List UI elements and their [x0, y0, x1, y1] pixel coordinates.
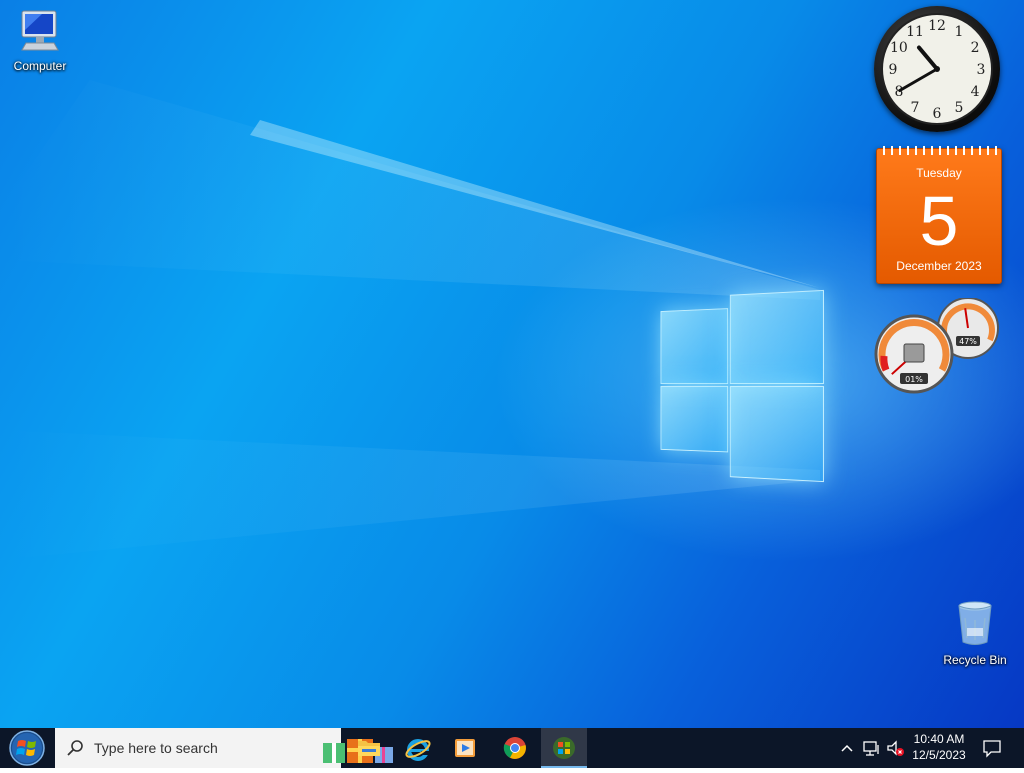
taskbar-clock[interactable]: 10:40 AM 12/5/2023 [906, 731, 972, 763]
notification-center-icon[interactable] [982, 738, 1002, 758]
clock-numeral: 4 [971, 84, 980, 100]
calendar-weekday: Tuesday [916, 166, 962, 180]
start-button[interactable] [0, 728, 54, 768]
clock-numeral: 8 [894, 84, 903, 100]
taskbar-time: 10:40 AM [913, 732, 965, 746]
volume-muted-icon[interactable] [886, 738, 906, 758]
cpu-gauge: 01% [874, 314, 954, 394]
windows-flag-icon [553, 737, 575, 759]
taskbar-date: 12/5/2023 [912, 748, 966, 762]
windows-logo-wallpaper [660, 289, 824, 483]
windows-start-orb-icon [9, 730, 45, 766]
cpu-percent-label: 01% [905, 375, 923, 384]
chevron-up-icon[interactable] [840, 738, 854, 758]
chrome-icon [503, 737, 526, 759]
clock-numeral: 10 [890, 40, 908, 56]
clock-numeral: 6 [933, 106, 942, 122]
clock-face: 12 12 3 45678 9 1011 [881, 13, 993, 125]
desktop[interactable]: Computer Recycle Bin 12 1 2 3 4 5 6 7 8 9 10 11 [0, 0, 1024, 728]
folder-icon [358, 741, 380, 756]
desktop-icon-computer[interactable]: Computer [2, 8, 78, 73]
media-player-icon [455, 739, 475, 757]
desktop-icon-label: Computer [13, 59, 67, 73]
clock-numeral: 7 [911, 100, 920, 116]
calendar-binding-rings [883, 146, 997, 155]
clock-numeral: 1 [955, 24, 964, 40]
calendar-month-year: December 2023 [896, 259, 982, 273]
calendar-day: 5 [919, 182, 959, 260]
taskbar-app-internet-explorer[interactable] [394, 728, 440, 768]
clock-numeral: 9 [889, 62, 898, 78]
clock-numeral: 11 [906, 24, 924, 40]
search-box[interactable]: Type here to search [55, 728, 393, 768]
search-icon [67, 740, 83, 756]
memory-percent-label: 47% [959, 337, 977, 346]
calendar-gadget[interactable]: Tuesday 5 December 2023 [876, 146, 1002, 284]
wallpaper-light-beams [0, 80, 820, 560]
taskbar-app-gadgets[interactable] [541, 728, 587, 768]
desktop-icon-label: Recycle Bin [943, 653, 1007, 667]
desktop-icon-recycle-bin[interactable]: Recycle Bin [937, 598, 1013, 667]
network-icon[interactable] [862, 738, 882, 758]
taskbar-app-chrome[interactable] [492, 728, 538, 768]
clock-numeral: 5 [955, 100, 964, 116]
computer-icon [21, 10, 59, 51]
recycle-bin-icon [958, 601, 992, 645]
search-placeholder: Type here to search [94, 740, 218, 756]
clock-gadget[interactable]: 12 1 2 3 4 5 6 7 8 9 10 11 [874, 6, 1000, 132]
taskbar-app-media-player[interactable] [442, 728, 488, 768]
internet-explorer-icon [405, 739, 431, 761]
taskbar-app-file-explorer[interactable] [346, 728, 392, 768]
clock-numeral: 12 [928, 18, 946, 34]
clock-numeral: 2 [971, 40, 980, 56]
taskbar: Type here to search 10:40 AM 12/5/2023 [0, 728, 1024, 768]
cpu-meter-gadget[interactable]: 47% 01% [872, 297, 1002, 398]
clock-numeral: 3 [977, 62, 986, 78]
